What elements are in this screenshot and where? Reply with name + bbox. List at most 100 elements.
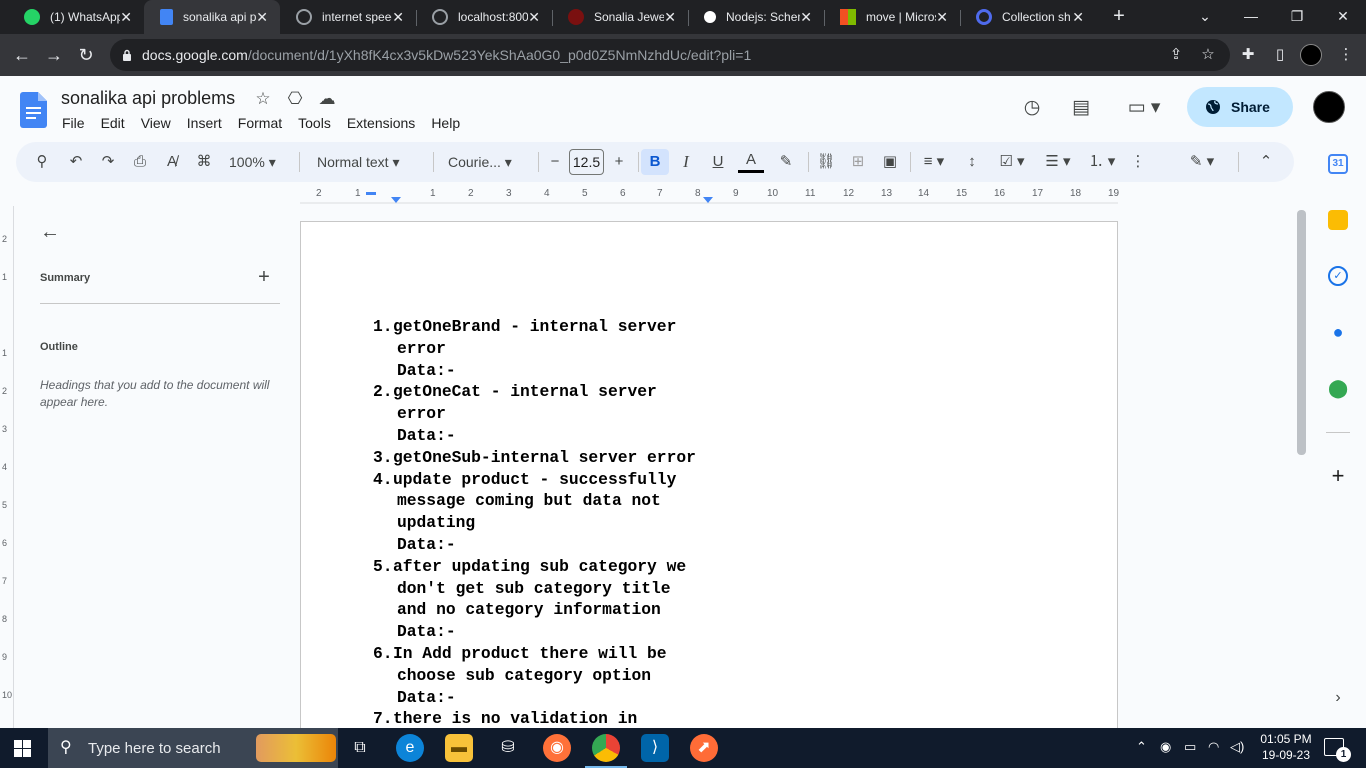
italic-icon[interactable]: I	[674, 149, 698, 175]
close-outline-arrow-icon[interactable]: ←	[38, 220, 62, 244]
address-bar[interactable]: docs.google.com/document/d/1yXh8fK4cx3v5…	[110, 39, 1230, 71]
chrome-icon[interactable]	[585, 734, 627, 768]
undo-icon[interactable]: ↶	[64, 149, 88, 175]
menu-edit[interactable]: Edit	[93, 114, 133, 132]
edge-icon[interactable]: e	[396, 734, 424, 762]
browser-tab[interactable]: Collection sh ✕	[960, 0, 1096, 34]
show-side-panel-icon[interactable]: ›	[1328, 688, 1348, 708]
decrease-font-size-icon[interactable]: −	[544, 149, 566, 175]
maps-icon[interactable]: ⬤	[1328, 378, 1348, 398]
move-to-drive-icon[interactable]: ⎔	[284, 88, 306, 110]
show-hidden-icons-icon[interactable]: ⌃	[1136, 739, 1147, 755]
list-item-continuation[interactable]: Data:-	[373, 534, 713, 556]
list-item-continuation[interactable]: error	[373, 338, 713, 360]
bookmark-star-icon[interactable]: ☆	[1198, 45, 1218, 65]
account-avatar[interactable]	[1313, 91, 1345, 123]
close-window-icon[interactable]: ✕	[1320, 0, 1366, 34]
browser-tab[interactable]: Nodejs: Schema ✕	[688, 0, 824, 34]
microsoft-store-icon[interactable]: ⛁	[494, 734, 522, 762]
list-item[interactable]: 6. In Add product there will be	[373, 643, 713, 665]
firefox-icon[interactable]: ◉	[543, 734, 571, 762]
side-panel-icon[interactable]: ▯	[1268, 43, 1292, 67]
vertical-scrollbar[interactable]	[1297, 210, 1306, 455]
insert-link-icon[interactable]: ⛓	[814, 149, 838, 175]
spellcheck-icon[interactable]: A̸	[160, 149, 184, 175]
menu-format[interactable]: Format	[230, 114, 290, 132]
meet-call-icon[interactable]: ▭ ▾	[1124, 95, 1164, 121]
numbered-list-icon[interactable]: ⒈ ▾	[1082, 149, 1122, 175]
zoom-select[interactable]: 100% ▾	[229, 149, 287, 175]
list-item-continuation[interactable]: message coming but data not	[373, 490, 713, 512]
browser-tab[interactable]: internet speed ✕	[280, 0, 416, 34]
keep-icon[interactable]	[1328, 210, 1348, 230]
minimize-icon[interactable]: —	[1228, 0, 1274, 34]
bulleted-list-icon[interactable]: ☰ ▾	[1038, 149, 1078, 175]
search-highlight-image[interactable]	[256, 734, 336, 762]
postman-icon[interactable]: ⬈	[690, 734, 718, 762]
windows-start-icon[interactable]	[14, 740, 31, 757]
cloud-saved-icon[interactable]: ☁	[316, 88, 338, 110]
close-tab-icon[interactable]: ✕	[392, 9, 404, 26]
close-tab-icon[interactable]: ✕	[528, 9, 540, 26]
volume-icon[interactable]: ◁)	[1230, 739, 1244, 755]
share-page-icon[interactable]: ⇪	[1166, 45, 1186, 65]
reload-icon[interactable]: ↻	[74, 43, 98, 67]
editing-mode-icon[interactable]: ✎ ▾	[1182, 149, 1222, 175]
list-item[interactable]: 1. getOneBrand - internal server	[373, 316, 713, 338]
restore-icon[interactable]: ❐	[1274, 0, 1320, 34]
list-item[interactable]: 2. getOneCat - internal server	[373, 381, 713, 403]
more-options-icon[interactable]: ⋮	[1126, 149, 1150, 175]
star-icon[interactable]: ☆	[252, 88, 274, 110]
extensions-puzzle-icon[interactable]: ✚	[1236, 43, 1260, 67]
list-item-continuation[interactable]: error	[373, 403, 713, 425]
paragraph-style-select[interactable]: Normal text ▾	[317, 149, 421, 175]
list-item-continuation[interactable]: Data:-	[373, 360, 713, 382]
calendar-icon[interactable]: 31	[1328, 154, 1348, 174]
search-menus-icon[interactable]: ⚲	[30, 149, 54, 175]
document-title[interactable]: sonalika api problems	[61, 88, 235, 109]
contacts-icon[interactable]: ●	[1328, 322, 1348, 342]
profile-avatar[interactable]	[1300, 44, 1322, 66]
close-tab-icon[interactable]: ✕	[800, 9, 812, 26]
list-item-continuation[interactable]: Data:-	[373, 687, 713, 709]
list-item-continuation[interactable]: Data:-	[373, 425, 713, 447]
notification-center-icon[interactable]: 1	[1324, 738, 1351, 762]
browser-tab[interactable]: localhost:8000 ✕	[416, 0, 552, 34]
vertical-ruler[interactable]: 2 1 1 2 3 4 5 6 7 8 9 10	[0, 206, 14, 728]
list-item-continuation[interactable]: Data:-	[373, 621, 713, 643]
close-tab-icon[interactable]: ✕	[120, 9, 132, 26]
version-history-icon[interactable]: ◷	[1019, 95, 1045, 121]
font-family-select[interactable]: Courie... ▾	[448, 149, 526, 175]
list-item-continuation[interactable]: updating	[373, 512, 713, 534]
tasks-icon[interactable]: ✓	[1328, 266, 1348, 286]
close-tab-icon[interactable]: ✕	[664, 9, 676, 26]
share-button[interactable]: Share	[1187, 87, 1293, 127]
wifi-icon[interactable]: ◠	[1208, 739, 1219, 755]
document-page[interactable]: 1. getOneBrand - internal server error Data…	[300, 221, 1118, 741]
insert-image-icon[interactable]: ▣	[878, 149, 902, 175]
forward-icon[interactable]: →	[42, 43, 66, 67]
menu-insert[interactable]: Insert	[179, 114, 230, 132]
document-body[interactable]: 1. getOneBrand - internal server error Data…	[373, 316, 713, 730]
increase-font-size-icon[interactable]: +	[608, 149, 630, 175]
list-item[interactable]: 5. after updating sub category we	[373, 556, 713, 578]
horizontal-ruler[interactable]: 2 1 1 2 3 4 5 6 7 8 9 10 11 12 13 14 15 …	[300, 188, 1119, 204]
list-item[interactable]: 7. there is no validation in	[373, 708, 713, 730]
print-icon[interactable]: ⎙	[128, 149, 152, 175]
list-item[interactable]: 3. getOneSub-internal server error	[373, 447, 713, 469]
menu-extensions[interactable]: Extensions	[339, 114, 423, 132]
redo-icon[interactable]: ↷	[96, 149, 120, 175]
browser-tab-active[interactable]: sonalika api problems ✕	[144, 0, 280, 34]
new-tab-icon[interactable]: +	[1108, 5, 1130, 27]
align-icon[interactable]: ≡ ▾	[916, 149, 952, 175]
bold-icon[interactable]: B	[641, 149, 669, 175]
battery-icon[interactable]: ▭	[1184, 739, 1196, 755]
checklist-icon[interactable]: ☑ ▾	[992, 149, 1032, 175]
close-tab-icon[interactable]: ✕	[1072, 9, 1084, 26]
get-addons-icon[interactable]: +	[1328, 465, 1348, 487]
collapse-menus-icon[interactable]: ⌃	[1254, 149, 1278, 175]
menu-view[interactable]: View	[133, 114, 179, 132]
list-item-continuation[interactable]: and no category information	[373, 599, 713, 621]
list-item[interactable]: 4. update product - successfully	[373, 469, 713, 491]
underline-icon[interactable]: U	[706, 149, 730, 175]
